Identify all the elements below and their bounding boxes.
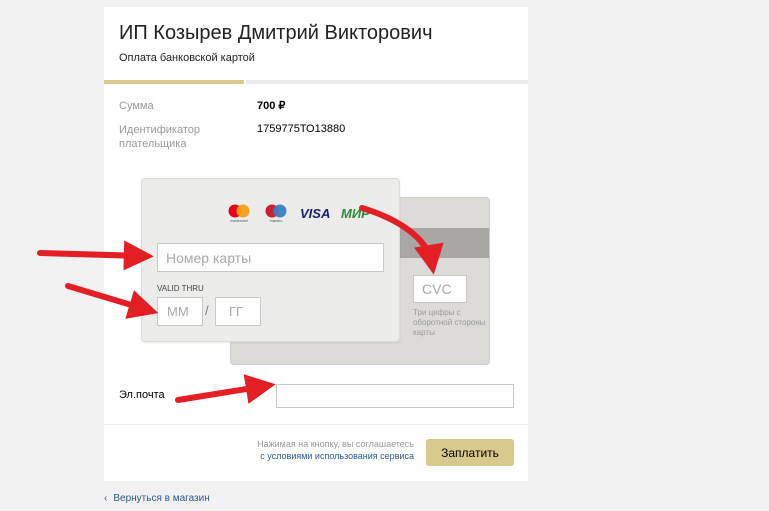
back-to-shop-link[interactable]: ‹ Вернуться в магазин	[104, 493, 210, 504]
maestro-caption: maestro	[270, 219, 283, 223]
footer-divider	[104, 424, 528, 425]
progress-divider	[243, 80, 246, 84]
card-number-input[interactable]	[157, 243, 384, 272]
expiry-year-input[interactable]	[215, 297, 261, 326]
chevron-left-icon: ‹	[104, 493, 108, 504]
date-separator: /	[205, 303, 209, 318]
cvc-input[interactable]	[413, 275, 467, 303]
valid-thru-label: VALID THRU	[157, 284, 204, 293]
progress-bar	[104, 80, 528, 84]
payment-panel: ИП Козырев Дмитрий Викторович Оплата бан…	[104, 7, 528, 481]
cvc-hint: Три цифры с оборотной стороны карты	[413, 308, 486, 337]
back-to-shop-label: Вернуться в магазин	[113, 493, 210, 504]
progress-fill	[104, 80, 244, 84]
payer-id-value: 1759775ТО13880	[257, 123, 346, 135]
payment-method-subtitle: Оплата банковской картой	[119, 52, 255, 64]
visa-wordmark: VISA	[300, 206, 330, 220]
pay-button[interactable]: Заплатить	[426, 439, 514, 466]
mir-wordmark: МИР	[341, 206, 370, 220]
email-label: Эл.почта	[119, 389, 165, 401]
email-input[interactable]	[276, 384, 514, 408]
sum-label: Сумма	[119, 100, 154, 112]
visa-icon: VISA	[300, 206, 330, 220]
mastercard-icon: mastercard	[228, 204, 250, 223]
merchant-name: ИП Козырев Дмитрий Викторович	[119, 22, 433, 44]
maestro-icon: maestro	[265, 204, 287, 223]
payer-id-label-line1: Идентификатор	[119, 124, 200, 136]
card-front: mastercard maestro VISA МИР VALID THRU /	[141, 178, 400, 342]
terms-link[interactable]: с условиями использования сервиса	[234, 451, 414, 461]
sum-value: 700 ₽	[257, 100, 286, 112]
mir-icon: МИР	[341, 206, 370, 220]
mastercard-caption: mastercard	[230, 219, 248, 223]
expiry-month-input[interactable]	[157, 297, 203, 326]
payer-id-label-line2: плательщика	[119, 138, 187, 150]
terms-text: Нажимая на кнопку, вы соглашаетесь	[257, 439, 414, 449]
